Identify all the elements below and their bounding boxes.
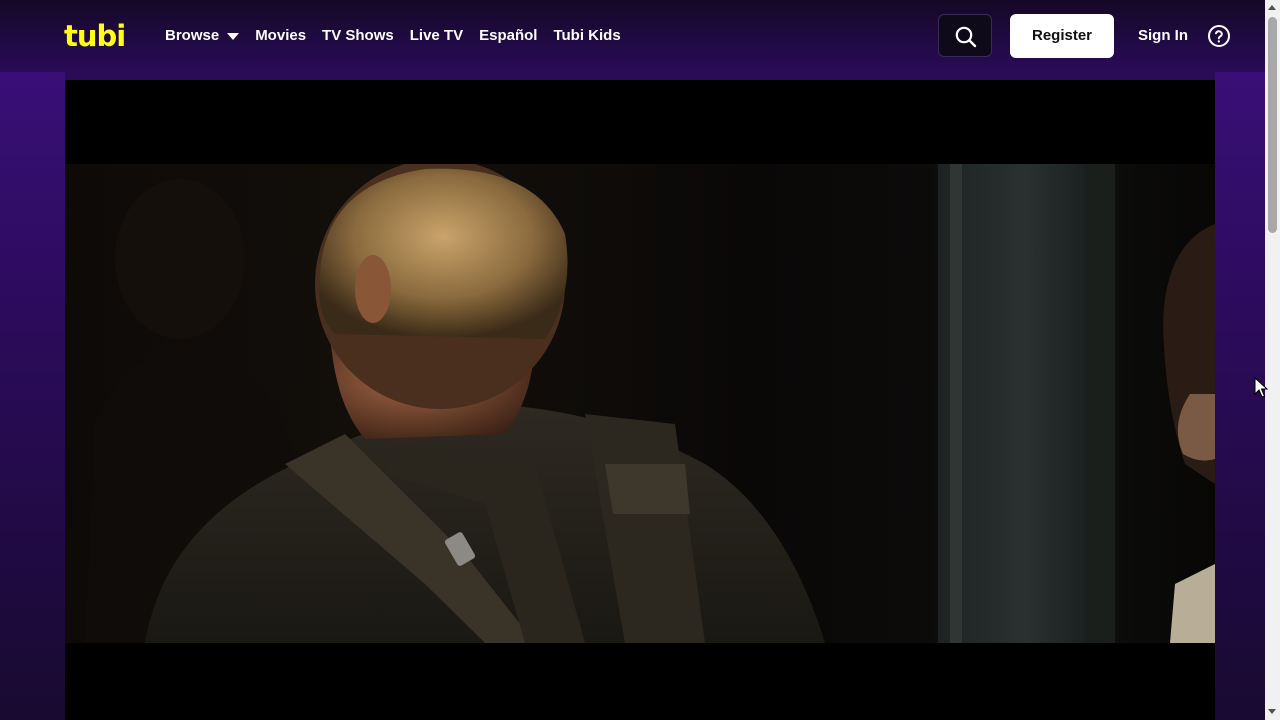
mouse-cursor-icon	[1254, 377, 1268, 398]
nav-browse-label: Browse	[165, 27, 220, 44]
video-frame	[65, 164, 1215, 643]
search-button[interactable]	[938, 14, 992, 57]
nav-browse[interactable]: Browse	[165, 24, 240, 48]
nav-espanol[interactable]: Español	[479, 24, 537, 48]
scroll-thumb[interactable]	[1268, 17, 1277, 233]
sign-in-link[interactable]: Sign In	[1138, 24, 1188, 48]
nav-tv-shows[interactable]: TV Shows	[322, 24, 394, 48]
tubi-logo[interactable]: tubi	[64, 22, 126, 51]
scroll-down-icon[interactable]	[1268, 709, 1276, 714]
top-navigation-bar: tubi Browse Movies TV Shows Live TV Espa…	[0, 0, 1265, 72]
caret-down-icon	[227, 32, 240, 40]
scroll-up-icon[interactable]	[1268, 5, 1276, 10]
nav-tubi-kids[interactable]: Tubi Kids	[553, 24, 620, 48]
help-circle-icon[interactable]	[1207, 24, 1231, 48]
nav-movies[interactable]: Movies	[255, 24, 306, 48]
register-button[interactable]: Register	[1010, 14, 1114, 58]
video-player[interactable]	[65, 80, 1215, 720]
search-icon	[955, 26, 977, 48]
nav-live-tv[interactable]: Live TV	[410, 24, 463, 48]
video-scene-image	[85, 164, 1215, 643]
background-left	[0, 60, 65, 720]
main-nav: Browse Movies TV Shows Live TV Español T…	[165, 24, 637, 48]
page-scrollbar[interactable]	[1265, 0, 1280, 720]
